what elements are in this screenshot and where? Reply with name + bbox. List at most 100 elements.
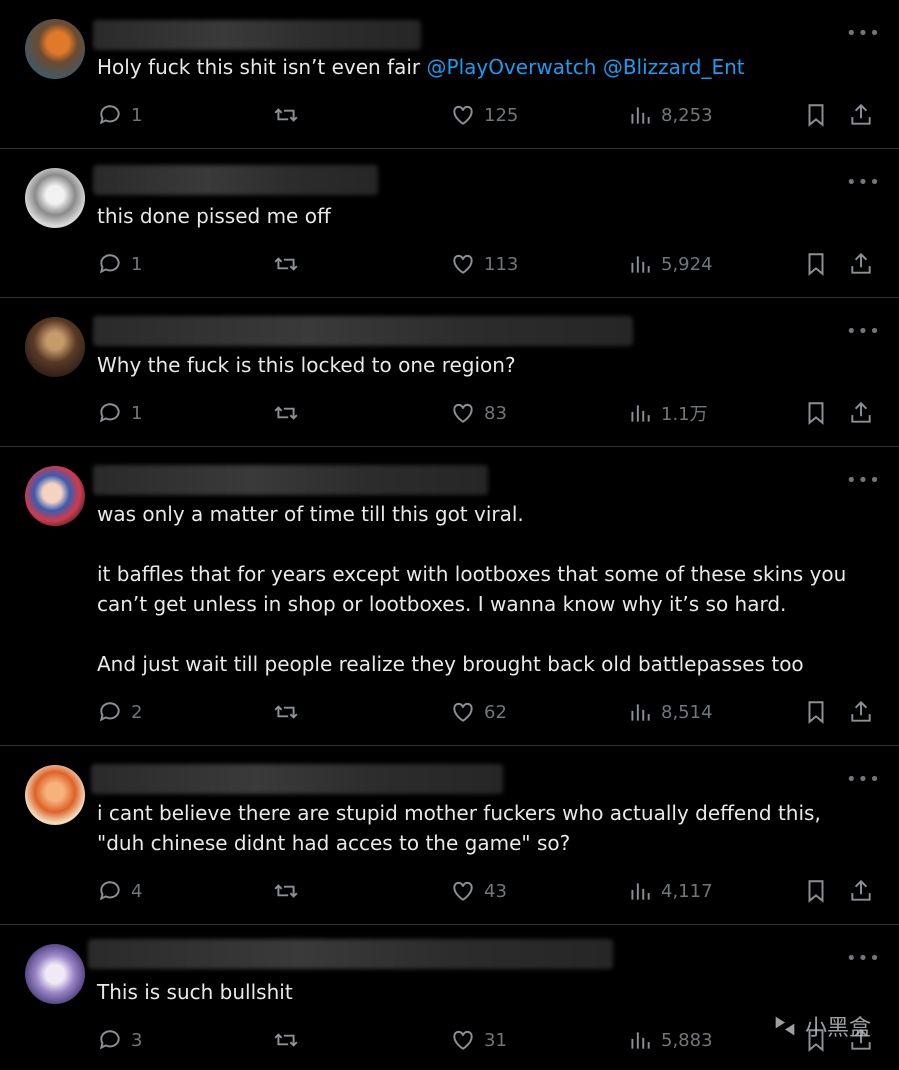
- watermark: 小黑盒: [771, 1010, 871, 1042]
- reply-post[interactable]: ••• this done pissed me off 1 113 5,924: [0, 149, 899, 298]
- reply-post[interactable]: ••• Why the fuck is this locked to one r…: [0, 298, 899, 447]
- views-button[interactable]: 8,253: [627, 100, 713, 130]
- heart-icon: [453, 881, 473, 901]
- avatar[interactable]: [25, 19, 85, 79]
- more-options-icon[interactable]: •••: [846, 25, 880, 48]
- more-options-icon[interactable]: •••: [846, 472, 880, 495]
- like-count: 62: [484, 701, 507, 723]
- views-icon: [631, 883, 650, 900]
- avatar[interactable]: [25, 168, 85, 228]
- views-button[interactable]: 4,117: [627, 876, 713, 906]
- bookmark-icon: [808, 104, 824, 127]
- like-button[interactable]: 31: [450, 1025, 507, 1055]
- reply-icon: [99, 881, 120, 901]
- views-button[interactable]: 5,883: [627, 1025, 713, 1055]
- share-button[interactable]: [848, 398, 874, 428]
- avatar[interactable]: [25, 317, 85, 377]
- action-bar: 1 113 5,924: [97, 249, 877, 279]
- share-button[interactable]: [848, 876, 874, 906]
- action-bar: 1 125 8,253: [97, 100, 877, 130]
- views-icon: [631, 704, 650, 721]
- reply-text: this done pissed me off: [97, 204, 331, 228]
- like-count: 113: [484, 253, 519, 275]
- repost-icon: [274, 884, 298, 898]
- repost-button[interactable]: [273, 876, 307, 906]
- reply-feed: ••• Holy fuck this shit isn’t even fair …: [0, 0, 899, 1070]
- blurred-username: [93, 165, 378, 195]
- heart-icon: [453, 254, 473, 274]
- blurred-username: [93, 316, 633, 346]
- bookmark-button[interactable]: [803, 697, 829, 727]
- blurred-username: [93, 465, 488, 495]
- reply-button[interactable]: 3: [97, 1025, 142, 1055]
- bookmark-icon: [808, 880, 824, 903]
- repost-icon: [274, 406, 298, 420]
- avatar[interactable]: [25, 765, 85, 825]
- views-button[interactable]: 5,924: [627, 249, 713, 279]
- reply-count: 1: [131, 253, 143, 275]
- like-button[interactable]: 83: [450, 398, 507, 428]
- reply-button[interactable]: 1: [97, 249, 142, 279]
- like-count: 31: [484, 1029, 507, 1051]
- share-button[interactable]: [848, 249, 874, 279]
- reply-post[interactable]: ••• was only a matter of time till this …: [0, 447, 899, 746]
- reply-button[interactable]: 4: [97, 876, 142, 906]
- reply-icon: [99, 105, 120, 125]
- like-button[interactable]: 62: [450, 697, 507, 727]
- view-count: 1.1万: [661, 404, 708, 425]
- more-options-icon[interactable]: •••: [846, 174, 880, 197]
- mention-link[interactable]: @Blizzard_Ent: [603, 55, 745, 79]
- bookmark-button[interactable]: [803, 249, 829, 279]
- like-count: 125: [484, 104, 519, 126]
- reply-post[interactable]: ••• This is such bullshit 3 31 5,883: [0, 925, 899, 1070]
- repost-button[interactable]: [273, 249, 307, 279]
- views-button[interactable]: 1.1万: [627, 398, 708, 428]
- view-count: 8,514: [661, 701, 713, 723]
- bookmark-icon: [808, 402, 824, 425]
- reply-button[interactable]: 1: [97, 398, 142, 428]
- reply-text: i cant believe there are stupid mother f…: [97, 801, 828, 855]
- reply-icon: [99, 702, 120, 722]
- more-options-icon[interactable]: •••: [846, 771, 880, 794]
- like-button[interactable]: 113: [450, 249, 518, 279]
- heart-icon: [453, 105, 473, 125]
- more-options-icon[interactable]: •••: [846, 950, 880, 973]
- reply-icon: [99, 1030, 120, 1050]
- repost-button[interactable]: [273, 697, 307, 727]
- repost-icon: [274, 257, 298, 271]
- repost-button[interactable]: [273, 100, 307, 130]
- more-options-icon[interactable]: •••: [846, 323, 880, 346]
- like-count: 83: [484, 402, 507, 424]
- avatar[interactable]: [25, 944, 85, 1004]
- share-button[interactable]: [848, 100, 874, 130]
- reply-text: was only a matter of time till this got …: [97, 502, 847, 676]
- mention-link[interactable]: @PlayOverwatch: [427, 55, 597, 79]
- repost-button[interactable]: [273, 1025, 307, 1055]
- reply-count: 2: [131, 701, 143, 723]
- like-button[interactable]: 125: [450, 100, 518, 130]
- avatar[interactable]: [25, 466, 85, 526]
- bookmark-button[interactable]: [803, 100, 829, 130]
- reply-post[interactable]: ••• Holy fuck this shit isn’t even fair …: [0, 0, 899, 149]
- action-bar: 1 83 1.1万: [97, 398, 877, 428]
- bookmark-button[interactable]: [803, 398, 829, 428]
- reply-button[interactable]: 2: [97, 697, 142, 727]
- bookmark-icon: [808, 701, 824, 724]
- view-count: 4,117: [661, 880, 713, 902]
- reply-post[interactable]: ••• i cant believe there are stupid moth…: [0, 746, 899, 925]
- heybox-logo-icon: [775, 1016, 795, 1036]
- watermark-text: 小黑盒: [804, 1016, 871, 1041]
- share-icon: [851, 879, 871, 901]
- reply-icon: [99, 254, 120, 274]
- like-button[interactable]: 43: [450, 876, 507, 906]
- bookmark-button[interactable]: [803, 876, 829, 906]
- views-icon: [631, 256, 650, 273]
- share-button[interactable]: [848, 697, 874, 727]
- repost-button[interactable]: [273, 398, 307, 428]
- blurred-username: [88, 939, 613, 969]
- view-count: 8,253: [661, 104, 713, 126]
- repost-icon: [274, 705, 298, 719]
- reply-button[interactable]: 1: [97, 100, 142, 130]
- repost-icon: [274, 1033, 298, 1047]
- views-button[interactable]: 8,514: [627, 697, 713, 727]
